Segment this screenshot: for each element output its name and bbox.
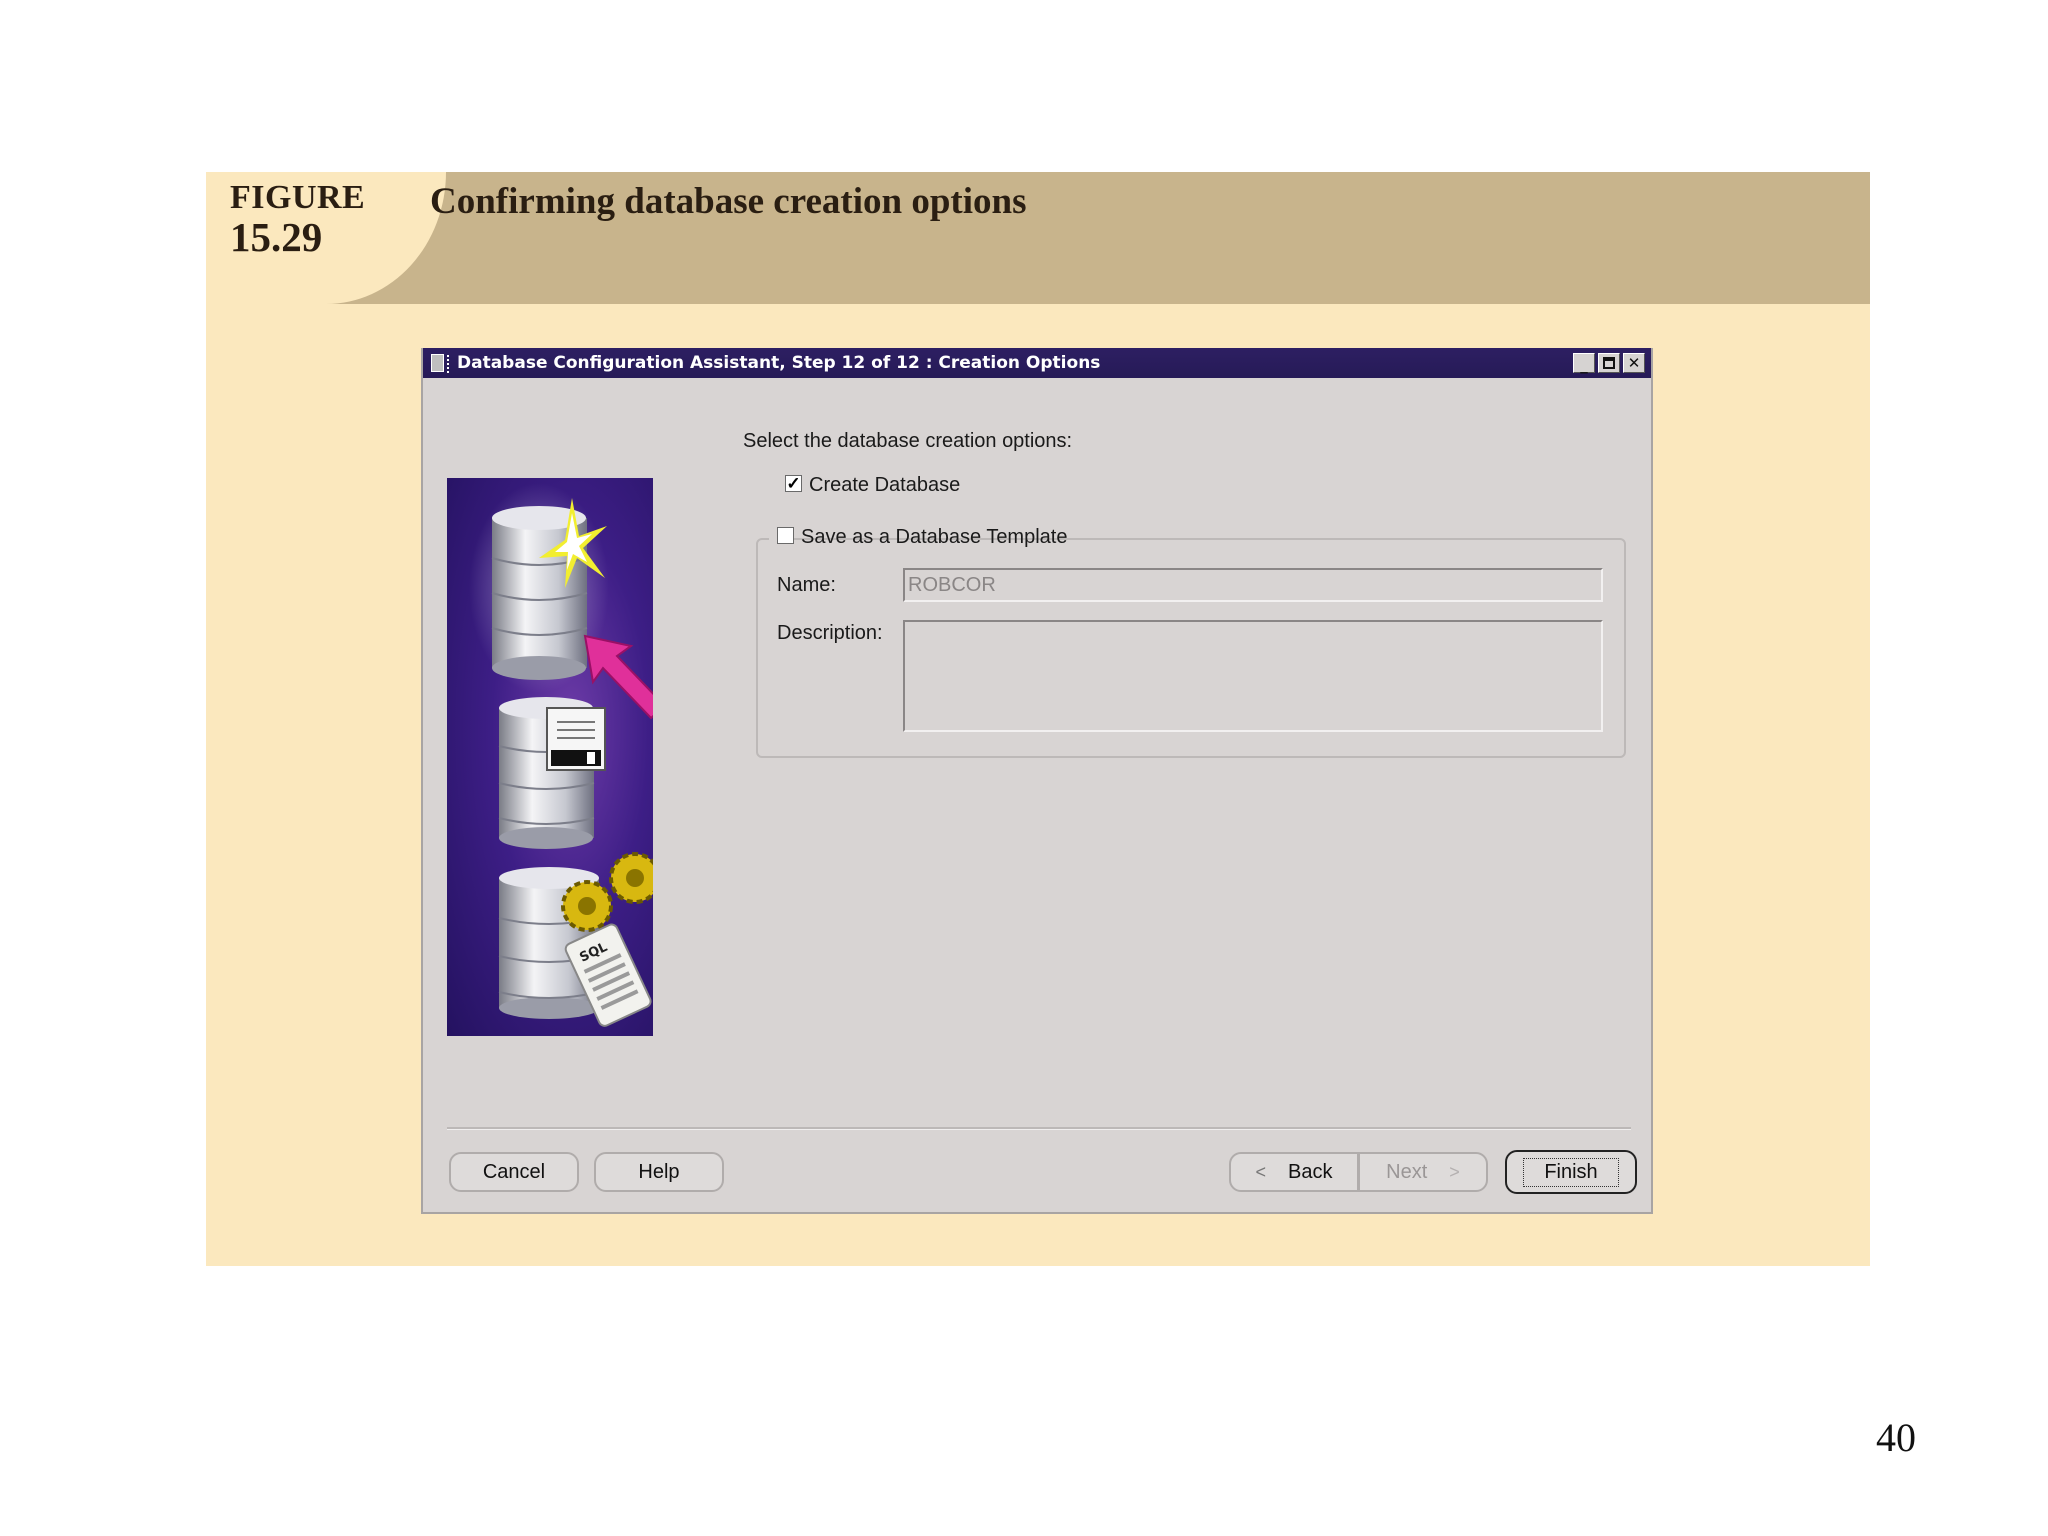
next-button-label: Next	[1386, 1160, 1428, 1183]
create-database-label[interactable]: Create Database	[809, 474, 960, 497]
description-label: Description:	[777, 622, 883, 644]
page-number: 40	[1876, 1415, 1916, 1460]
chevron-right-icon: >	[1449, 1161, 1460, 1182]
figure-label-number: 15.29	[230, 213, 323, 260]
help-button-label: Help	[638, 1160, 680, 1183]
database-gears-sql-icon: SQL	[498, 852, 661, 1027]
back-button-label: Back	[1288, 1160, 1333, 1183]
cancel-button[interactable]: Cancel	[449, 1152, 579, 1192]
creation-options-prompt: Select the database creation options:	[743, 430, 1073, 452]
back-button[interactable]: < Back	[1229, 1152, 1359, 1192]
finish-button-label: Finish	[1523, 1157, 1619, 1187]
close-icon[interactable]: ✕	[1623, 353, 1645, 373]
window-controls: _ ✕	[1573, 353, 1645, 374]
chevron-left-icon: <	[1255, 1161, 1267, 1182]
wizard-illustration: SQL	[447, 478, 667, 1036]
save-template-checkbox[interactable]	[777, 527, 794, 544]
help-button[interactable]: Help	[594, 1152, 724, 1192]
figure-panel: FIGURE 15.29 Confirming database creatio…	[206, 172, 1870, 1266]
dialog-title: Database Configuration Assistant, Step 1…	[457, 353, 1101, 373]
save-template-label[interactable]: Save as a Database Template	[801, 526, 1067, 549]
dcа-dialog-window: Database Configuration Assistant, Step 1…	[421, 348, 1653, 1214]
name-input[interactable]: ROBCOR	[903, 568, 1603, 602]
app-icon	[431, 354, 449, 373]
figure-label: FIGURE 15.29	[230, 180, 365, 259]
figure-header: FIGURE 15.29 Confirming database creatio…	[206, 172, 1870, 304]
cancel-button-label: Cancel	[482, 1160, 546, 1183]
button-divider	[447, 1127, 1631, 1130]
next-button[interactable]: Next >	[1358, 1152, 1488, 1192]
minimize-icon[interactable]: _	[1573, 353, 1595, 374]
name-label: Name:	[777, 574, 836, 596]
database-star-icon	[469, 483, 609, 693]
description-textarea[interactable]	[903, 620, 1603, 732]
figure-label-word: FIGURE	[230, 179, 366, 216]
maximize-icon[interactable]	[1598, 353, 1620, 373]
magenta-arrow-icon	[583, 634, 667, 720]
database-floppy-icon	[498, 697, 606, 849]
template-group-legend: Save as a Database Template	[769, 524, 1067, 550]
finish-button[interactable]: Finish	[1505, 1150, 1637, 1194]
dialog-titlebar[interactable]: Database Configuration Assistant, Step 1…	[423, 348, 1651, 378]
figure-title: Confirming database creation options	[430, 181, 1027, 222]
create-database-checkbox[interactable]: ✓	[785, 475, 802, 492]
